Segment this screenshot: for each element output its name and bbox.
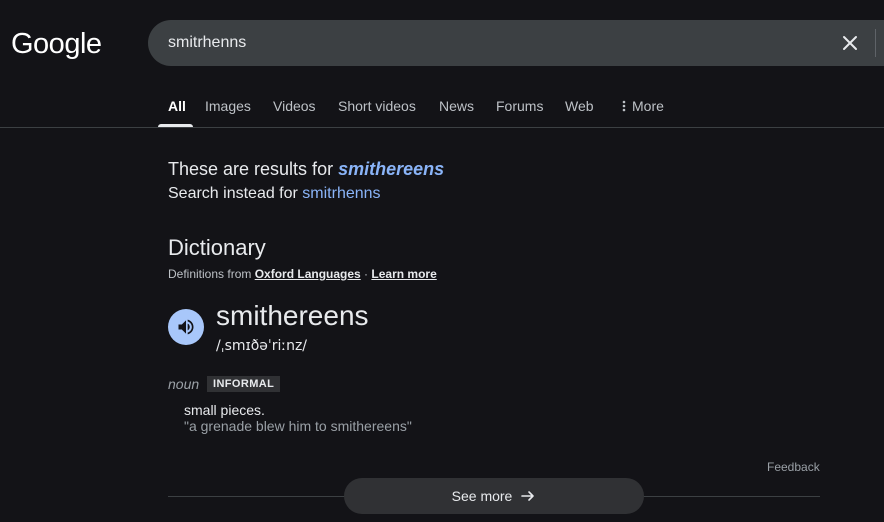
tab-short-videos[interactable]: Short videos [338, 96, 416, 116]
tab-all[interactable]: All [168, 96, 186, 116]
dictionary-title: Dictionary [168, 235, 266, 260]
arrow-right-icon [521, 491, 535, 501]
pronunciation-audio-button[interactable] [168, 309, 204, 345]
search-results-page: Google All Images Videos Short videos Ne… [0, 0, 884, 522]
tab-more-label: More [632, 98, 664, 114]
oxford-languages-link[interactable]: Oxford Languages [255, 267, 361, 281]
tab-videos[interactable]: Videos [273, 96, 316, 116]
volume-icon [178, 319, 194, 335]
close-icon[interactable] [838, 31, 862, 55]
dictionary-source: Definitions from Oxford Languages · Lear… [168, 266, 437, 282]
phonetic-spelling: /ˌsmɪðəˈriːnz/ [216, 338, 308, 354]
google-logo[interactable]: Google [11, 26, 102, 62]
search-instead-prefix: Search instead for [168, 185, 303, 202]
see-more-label: See more [451, 488, 513, 504]
more-vert-icon [622, 97, 626, 117]
corrected-query-link[interactable]: smithereens [338, 159, 444, 179]
part-of-speech: noun [168, 376, 200, 392]
header-divider [0, 127, 884, 128]
definition-text: small pieces. [184, 402, 265, 418]
spelling-correction: These are results for smithereens Search… [168, 158, 444, 205]
tab-more[interactable]: More [622, 96, 664, 117]
tab-news[interactable]: News [439, 96, 474, 116]
search-box[interactable] [148, 20, 884, 66]
learn-more-link[interactable]: Learn more [371, 267, 436, 281]
search-divider [875, 29, 876, 57]
dictionary-word: smithereens [216, 300, 369, 331]
register-badge: INFORMAL [207, 376, 281, 392]
original-query-link[interactable]: smitrhenns [302, 185, 380, 202]
correction-prefix: These are results for [168, 159, 339, 179]
source-prefix: Definitions from [168, 267, 255, 281]
tab-forums[interactable]: Forums [496, 96, 543, 116]
feedback-link[interactable]: Feedback [767, 459, 820, 475]
see-more-button[interactable]: See more [344, 478, 644, 514]
tab-web[interactable]: Web [565, 96, 594, 116]
tab-images[interactable]: Images [205, 96, 251, 116]
source-separator: · [360, 267, 372, 281]
example-sentence: "a grenade blew him to smithereens" [184, 418, 412, 434]
search-input[interactable] [168, 32, 808, 54]
